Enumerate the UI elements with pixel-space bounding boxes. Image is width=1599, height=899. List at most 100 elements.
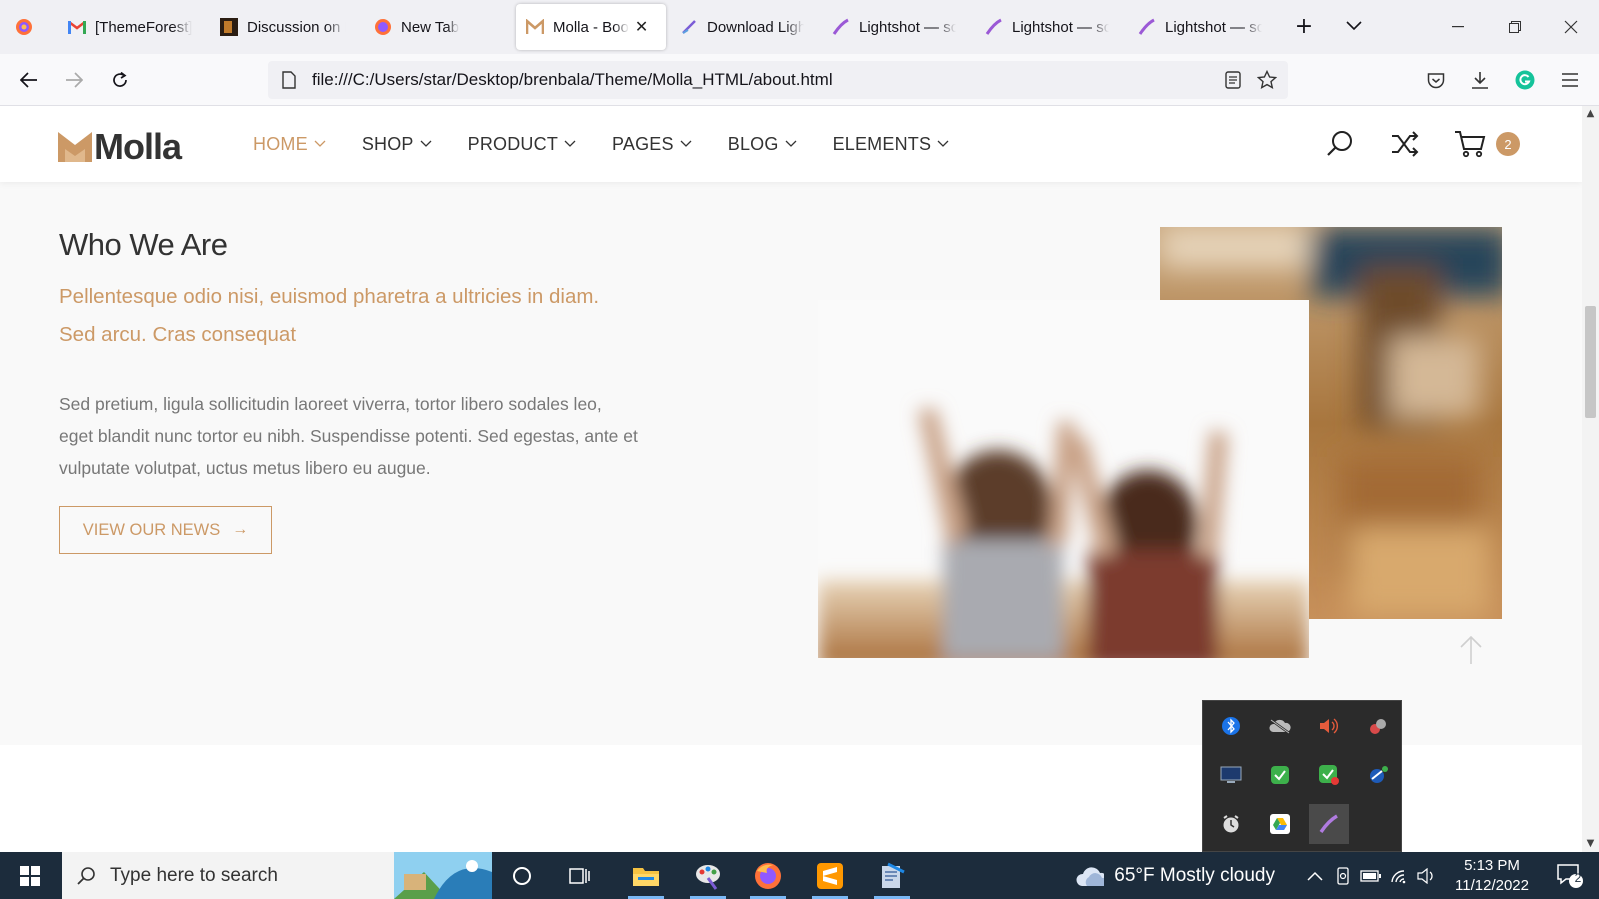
reload-button[interactable] [104,64,136,96]
reader-view-icon[interactable] [1220,67,1246,93]
downloads-button[interactable] [1464,64,1496,96]
taskbar-clock[interactable]: 5:13 PM 11/12/2022 [1442,856,1542,896]
scrollbar-thumb[interactable] [1585,306,1596,418]
show-hidden-icons-button[interactable] [1302,852,1328,899]
task-view-button[interactable] [558,852,602,899]
url-text[interactable]: file:///C:/Users/star/Desktop/brenbala/T… [312,70,833,90]
phone-device-icon [1337,866,1349,885]
compare-button[interactable] [1389,128,1421,160]
nav-item-home[interactable]: HOME [253,134,326,155]
speaker-tray-icon[interactable] [1414,852,1440,899]
device-tray-icon[interactable] [1330,852,1356,899]
forward-arrow-icon [66,72,83,88]
google-drive-icon[interactable] [1260,804,1300,844]
close-window-button[interactable] [1543,0,1599,54]
taskbar-search-box[interactable]: Type here to search [62,852,492,899]
tab-lightshot-2[interactable]: Lightshot — sc [975,4,1119,50]
tab-strip: [ThemeForest] Discussion on M New Tab Mo… [0,0,1599,54]
nav-item-blog[interactable]: BLOG [728,134,797,155]
battery-tray-icon[interactable] [1358,852,1384,899]
nav-label: PRODUCT [467,133,559,154]
chevron-down-icon [680,138,692,150]
chevron-down-icon [420,138,432,150]
nav-item-pages[interactable]: PAGES [612,134,692,155]
bookmark-star-icon[interactable] [1254,67,1280,93]
pocket-button[interactable] [1420,64,1452,96]
security-check-icon[interactable] [1260,755,1300,795]
lightshot-feather-icon [1138,18,1156,36]
start-button[interactable] [0,852,60,899]
list-all-tabs-button[interactable] [1338,10,1370,42]
lightshot-icon[interactable] [1309,804,1349,844]
app-menu-button[interactable] [1554,64,1586,96]
restore-button[interactable] [1487,0,1543,54]
paint-app-button[interactable] [682,852,734,899]
notes-app-button[interactable] [866,852,918,899]
tab-themeforest[interactable]: [ThemeForest] [58,4,202,50]
file-explorer-button[interactable] [620,852,672,899]
tab-new-tab[interactable]: New Tab [364,4,508,50]
minimize-button[interactable] [1430,0,1486,54]
forward-button[interactable] [58,64,90,96]
nav-item-shop[interactable]: SHOP [362,134,432,155]
back-button[interactable] [13,64,45,96]
search-button[interactable] [1324,128,1356,160]
nav-item-elements[interactable]: ELEMENTS [833,134,950,155]
clock-app-icon[interactable] [1211,804,1251,844]
firefox-view-tab[interactable] [4,4,44,50]
nav-label: HOME [253,133,308,154]
chevron-up-icon [1307,871,1323,881]
arrow-up-icon [1460,635,1482,664]
notification-center-button[interactable]: 2 [1548,852,1592,899]
tab-lightshot-3[interactable]: Lightshot — sc [1128,4,1272,50]
display-icon[interactable] [1211,755,1251,795]
bluetooth-icon[interactable] [1211,706,1251,746]
cortana-button[interactable] [500,852,544,899]
site-logo[interactable]: Molla [58,126,182,168]
tab-lightshot-1[interactable]: Lightshot — sc [822,4,966,50]
grammarly-extension-button[interactable] [1509,64,1541,96]
chevron-down-icon [937,138,949,150]
onedrive-offline-icon[interactable] [1260,706,1300,746]
address-bar[interactable]: file:///C:/Users/star/Desktop/brenbala/T… [268,61,1288,99]
section-title: Who We Are [59,227,228,262]
sublime-text-button[interactable] [804,852,856,899]
volume-icon[interactable] [1309,706,1349,746]
scroll-up-arrow-icon[interactable]: ▲ [1582,106,1599,122]
logo-text: Molla [94,126,182,167]
search-placeholder: Type here to search [110,864,278,886]
restore-icon [1509,21,1521,33]
nav-label: PAGES [612,133,674,154]
cart-button[interactable] [1454,128,1486,160]
view-our-news-button[interactable]: VIEW OUR NEWS → [59,506,272,554]
chevron-down-icon [1346,21,1362,31]
scroll-down-arrow-icon[interactable]: ▼ [1582,836,1599,852]
wifi-tray-icon[interactable] [1386,852,1412,899]
tab-download-lightshot[interactable]: Download Ligh [670,4,814,50]
page-scrollbar[interactable]: ▲ ▼ [1582,106,1599,852]
weather-widget[interactable]: 65°F Mostly cloudy [1075,852,1275,899]
windows-logo-icon [20,865,40,886]
tab-molla[interactable]: Molla - Boo ✕ [516,4,666,50]
search-icon [76,866,96,886]
app-tray-icon[interactable] [1358,706,1398,746]
back-to-top-button[interactable] [1440,619,1502,681]
battery-icon [1360,869,1381,882]
tab-discussion[interactable]: Discussion on M [210,4,356,50]
page-icon [278,69,300,91]
sublime-text-icon [817,862,843,889]
network-app-icon[interactable] [1358,755,1398,795]
arrow-right-icon: → [232,521,249,538]
new-tab-button[interactable]: + [1288,10,1320,42]
site-header: Molla HOME SHOP PRODUCT PAGES BLOG ELEME… [0,106,1582,182]
security-alert-icon[interactable] [1309,755,1349,795]
main-navigation: HOME SHOP PRODUCT PAGES BLOG ELEMENTS [253,106,985,182]
nav-item-product[interactable]: PRODUCT [468,134,576,155]
close-tab-icon[interactable]: ✕ [635,17,648,37]
tab-label: [ThemeForest] [95,18,192,36]
shuffle-compare-icon [1392,131,1419,157]
search-highlight-illustration [394,852,492,899]
tab-label: Download Ligh [707,18,804,36]
cortana-circle-icon [513,866,531,885]
firefox-taskbar-button[interactable] [742,852,794,899]
